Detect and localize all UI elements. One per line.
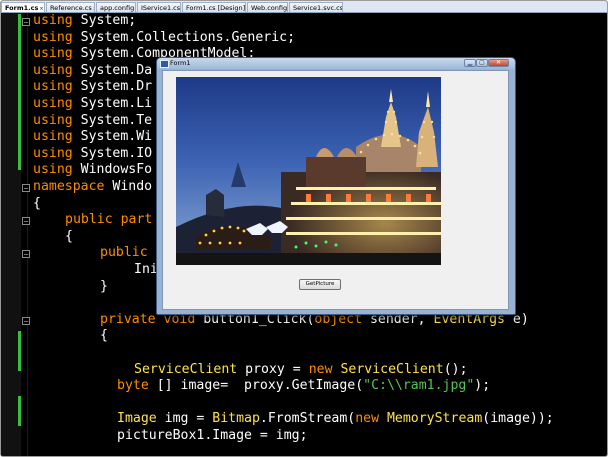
code-line: } (100, 278, 108, 294)
gutter-separator (27, 13, 28, 456)
document-tab-bar: Form1.cs× Reference.cs× app.config× ISer… (1, 1, 607, 13)
tab-iservice1-cs[interactable]: IService1.cs× (137, 2, 181, 12)
tab-form1-design[interactable]: Form1.cs [Design]× (182, 2, 246, 12)
code-line: Ini (134, 262, 158, 277)
form-app-icon (160, 60, 169, 68)
tab-form1-cs[interactable]: Form1.cs× (1, 2, 45, 12)
fold-toggle-icon[interactable]: − (22, 18, 30, 27)
fold-toggle-icon[interactable]: − (22, 184, 30, 193)
code-line: using System.Dr (33, 79, 153, 95)
visual-studio-editor: Form1.cs× Reference.cs× app.config× ISer… (0, 0, 608, 457)
form1-window: Form1 ▁ ▢ ✕ GetPicture (156, 57, 516, 315)
code-line: using System.Da (33, 62, 153, 78)
code-line: using WindowsFo (33, 162, 153, 178)
change-marker (18, 14, 21, 170)
tab-web-config[interactable]: Web.config× (247, 2, 288, 12)
code-line: ServiceClient proxy = new ServiceClient(… (134, 361, 468, 377)
minimize-icon[interactable]: ▁ (464, 59, 476, 67)
code-line: using System.Li (33, 96, 153, 111)
temple-photo-image (176, 77, 441, 265)
tab-close-icon[interactable]: × (135, 6, 136, 12)
code-line: byte [] image= proxy.GetImage("C:\\ram1.… (117, 378, 491, 394)
form-client-area: GetPicture (162, 70, 509, 310)
code-line: { (65, 228, 73, 244)
tab-reference-cs[interactable]: Reference.cs× (46, 2, 95, 12)
fold-toggle-icon[interactable]: − (22, 250, 30, 259)
code-line: pictureBox1.Image = img; (117, 428, 308, 443)
code-line: using System; (33, 13, 137, 28)
fold-toggle-icon[interactable]: − (22, 317, 30, 326)
fold-toggle-icon[interactable]: − (22, 217, 30, 226)
maximize-icon[interactable]: ▢ (476, 59, 488, 67)
close-icon[interactable]: ✕ (488, 59, 509, 67)
code-line: public part (65, 212, 153, 228)
code-line: using System.Wi (33, 129, 153, 145)
picture-box (176, 77, 441, 265)
code-text-area[interactable]: using System; using System.Collections.G… (33, 13, 554, 443)
code-line: using System.IO (33, 145, 153, 161)
tab-service1-svc-cs[interactable]: Service1.svc.cs× (289, 2, 343, 12)
code-line: using System.Collections.Generic; (33, 29, 296, 45)
get-picture-button[interactable]: GetPicture (299, 279, 341, 290)
form-title-bar[interactable]: Form1 ▁ ▢ ✕ (157, 58, 515, 69)
code-line: { (100, 328, 108, 344)
change-marker (18, 396, 21, 426)
code-line: Image img = Bitmap.FromStream(new Memory… (117, 411, 554, 427)
tab-app-config[interactable]: app.config× (96, 2, 136, 12)
tab-close-icon[interactable]: × (39, 6, 43, 12)
code-line: public (100, 245, 148, 261)
code-line: using System.Te (33, 112, 153, 128)
form-title: Form1 (170, 59, 191, 67)
code-line: namespace Windo (33, 179, 153, 194)
change-marker (18, 331, 21, 371)
tab-close-icon[interactable]: × (93, 6, 94, 12)
code-line: { (33, 195, 41, 211)
